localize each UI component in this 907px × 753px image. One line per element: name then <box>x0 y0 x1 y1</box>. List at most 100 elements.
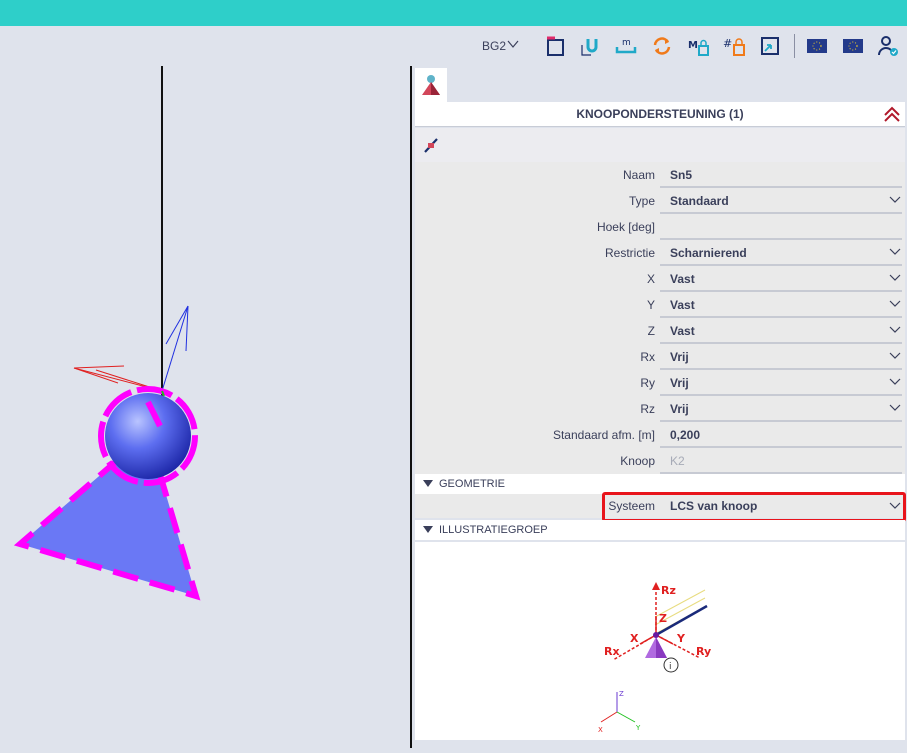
collapse-triangle-icon <box>423 526 433 533</box>
section-illustration-label: ILLUSTRATIEGROEP <box>439 524 548 536</box>
dimension-button[interactable]: m <box>613 33 639 59</box>
property-value[interactable]: Vrij <box>670 402 689 416</box>
property-label: Rz <box>640 402 655 416</box>
axis-u-button[interactable] <box>577 33 603 59</box>
property-row-ry[interactable]: Ry Vrij <box>415 370 905 396</box>
chevron-down-icon[interactable] <box>889 196 901 204</box>
property-label: Systeem <box>608 499 655 513</box>
node-support-icon <box>422 75 440 95</box>
property-label: Hoek [deg] <box>596 220 655 234</box>
workspace-label[interactable]: BG2 <box>482 39 506 53</box>
property-label: Type <box>628 194 655 208</box>
rz-label: Rz <box>661 584 676 597</box>
user-account-button[interactable] <box>875 33 901 59</box>
refresh-button[interactable] <box>649 33 675 59</box>
property-label: Ry <box>640 376 655 390</box>
refresh-icon <box>653 37 671 55</box>
illustration-area: Rz Z X Y Rx Ry i Z X Y <box>415 542 905 740</box>
property-label: Restrictie <box>604 246 655 260</box>
property-label: Rx <box>640 350 655 364</box>
ry-label: Ry <box>696 645 711 658</box>
lock-m-icon: M <box>688 39 709 56</box>
chevron-down-icon[interactable] <box>889 274 901 282</box>
property-value[interactable]: Vrij <box>670 350 689 364</box>
chevron-down-icon[interactable] <box>507 38 519 50</box>
support-illustration: Rz Z X Y Rx Ry i Z X Y <box>598 582 711 734</box>
support-icon <box>547 36 564 56</box>
property-value[interactable]: 0,200 <box>670 428 700 442</box>
property-row-rz[interactable]: Rz Vrij <box>415 396 905 422</box>
chevron-down-icon[interactable] <box>889 404 901 412</box>
edit-member-button[interactable] <box>418 132 444 158</box>
property-value[interactable]: Standaard <box>670 194 729 208</box>
property-row-name[interactable]: Naam Sn5 <box>415 162 905 188</box>
property-label: Naam <box>622 168 655 182</box>
chevron-down-icon[interactable] <box>889 378 901 386</box>
system-value[interactable]: LCS van knoop <box>670 499 757 513</box>
y-label: Y <box>676 632 686 645</box>
property-label: Standaard afm. [m] <box>552 428 655 442</box>
chevron-down-icon[interactable] <box>889 502 901 510</box>
chevron-down-icon[interactable] <box>889 352 901 360</box>
property-grid: Naam Sn5 Type Standaard Hoek [deg] Restr… <box>415 162 905 474</box>
property-value[interactable]: Sn5 <box>670 168 692 182</box>
language-flag-button-2[interactable] <box>840 33 866 59</box>
svg-text:m: m <box>622 38 631 48</box>
property-row-default-size[interactable]: Standaard afm. [m] 0,200 <box>415 422 905 448</box>
property-row-z[interactable]: Z Vast <box>415 318 905 344</box>
property-row-system[interactable]: Systeem LCS van knoop <box>415 492 906 522</box>
property-label: Knoop <box>620 454 655 468</box>
property-value[interactable]: Scharnierend <box>670 246 747 260</box>
info-icon-label: i <box>669 662 672 672</box>
z-label: Z <box>659 612 667 625</box>
3d-viewport[interactable] <box>0 26 410 748</box>
panel-action-bar <box>415 128 905 162</box>
collapse-up-icon[interactable] <box>883 105 901 123</box>
lock-member-button[interactable]: M <box>685 33 711 59</box>
property-row-rx[interactable]: Rx Vrij <box>415 344 905 370</box>
zoom-window-icon <box>761 37 779 55</box>
property-row-x[interactable]: X Vast <box>415 266 905 292</box>
property-row-angle[interactable]: Hoek [deg] <box>415 214 905 240</box>
svg-text:#: # <box>723 37 732 50</box>
x-label: X <box>630 632 639 645</box>
rx-label: Rx <box>604 645 620 658</box>
main-toolbar: BG2 m M # <box>412 26 907 66</box>
zoom-window-button[interactable] <box>757 33 783 59</box>
title-bar <box>0 0 907 26</box>
property-label: X <box>646 272 655 286</box>
model-view[interactable] <box>0 26 410 748</box>
tab-support-properties[interactable] <box>415 68 447 102</box>
triad-y-label: Y <box>635 724 641 732</box>
lock-grid-button[interactable]: # <box>721 33 747 59</box>
property-value[interactable]: Vast <box>670 272 695 286</box>
panel-header: KNOOPONDERSTEUNING (1) <box>415 102 905 127</box>
chevron-down-icon[interactable] <box>889 300 901 308</box>
flag-icon <box>807 39 827 53</box>
flag-icon <box>843 39 863 53</box>
property-value[interactable]: Vast <box>670 298 695 312</box>
triad-z-label: Z <box>619 690 624 698</box>
section-geometry-label: GEOMETRIE <box>439 478 506 490</box>
property-row-type[interactable]: Type Standaard <box>415 188 905 214</box>
property-panel: KNOOPONDERSTEUNING (1) Naam Sn5 Type Sta… <box>412 66 907 748</box>
user-check-icon <box>878 36 898 56</box>
chevron-down-icon[interactable] <box>889 326 901 334</box>
property-value[interactable]: Vast <box>670 324 695 338</box>
property-value[interactable]: Vrij <box>670 376 689 390</box>
section-illustration[interactable]: ILLUSTRATIEGROEP <box>415 520 905 540</box>
collapse-triangle-icon <box>423 480 433 487</box>
property-label: Z <box>647 324 655 338</box>
section-geometry[interactable]: GEOMETRIE <box>415 474 905 494</box>
axis-u-icon <box>581 39 598 56</box>
chevron-down-icon[interactable] <box>889 248 901 256</box>
language-flag-button-1[interactable] <box>804 33 830 59</box>
property-row-restriction[interactable]: Restrictie Scharnierend <box>415 240 905 266</box>
property-label: Y <box>646 298 655 312</box>
local-z-axis-arrow <box>161 305 189 392</box>
toolbar-separator <box>794 34 795 58</box>
lock-grid-icon: # <box>723 37 745 56</box>
property-row-y[interactable]: Y Vast <box>415 292 905 318</box>
property-value: K2 <box>670 454 685 468</box>
support-tool-button[interactable] <box>543 33 569 59</box>
